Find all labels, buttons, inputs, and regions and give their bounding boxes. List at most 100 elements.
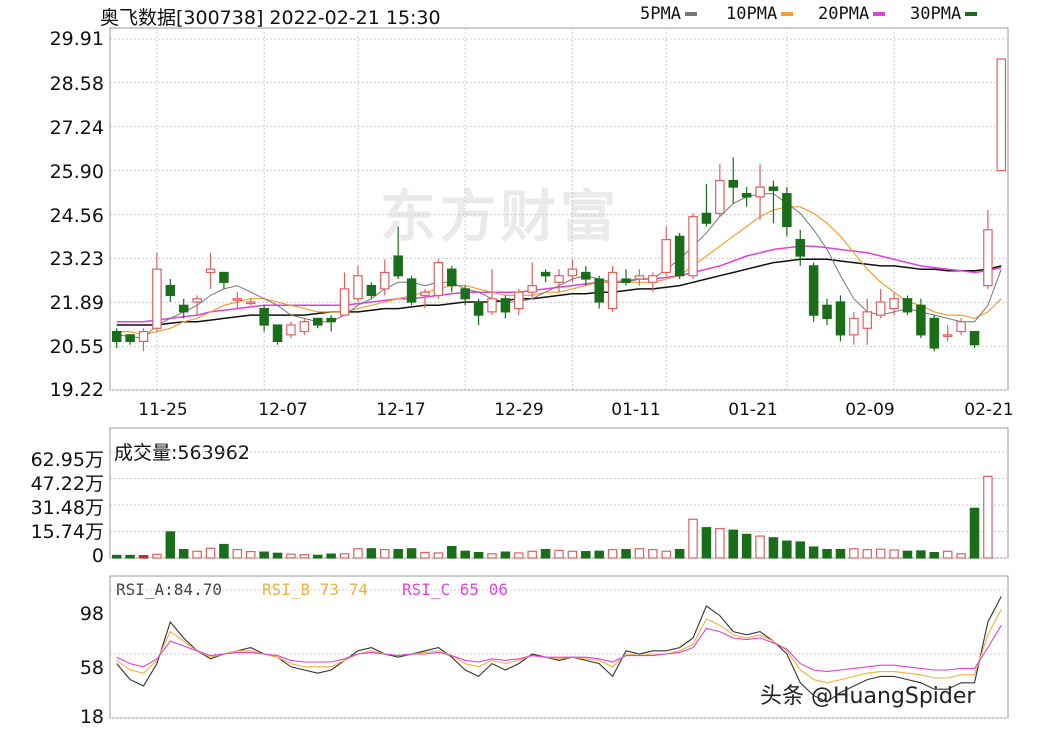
- volume-bar: [728, 529, 738, 559]
- candle-body: [299, 321, 310, 333]
- volume-bar: [607, 548, 618, 559]
- candle-body: [956, 321, 966, 333]
- candle-body: [219, 271, 229, 283]
- volume-bar: [514, 552, 524, 559]
- volume-bar: [875, 548, 886, 559]
- candle-body: [433, 262, 444, 297]
- volume-bar: [232, 548, 243, 559]
- volume-bar: [701, 527, 712, 559]
- volume-bar: [259, 551, 269, 559]
- candle-body: [245, 301, 256, 305]
- candle-body: [701, 212, 712, 224]
- volume-bar: [782, 540, 792, 559]
- candle-body: [983, 229, 993, 287]
- volume-bar: [366, 548, 377, 559]
- volume-bar: [916, 550, 926, 559]
- volume-bar: [393, 548, 403, 559]
- candle-body: [916, 304, 926, 336]
- volume-bar: [594, 550, 604, 559]
- candle-body: [594, 278, 604, 303]
- candle-body: [353, 275, 363, 300]
- volume-bar: [674, 548, 685, 559]
- candle-body: [152, 268, 162, 329]
- candle-body: [661, 239, 671, 274]
- candle-body: [178, 304, 189, 313]
- volume-bar: [406, 548, 417, 559]
- volume-bar: [286, 553, 296, 559]
- candle-body: [902, 298, 913, 313]
- volume-bar: [380, 548, 390, 559]
- volume-bar: [178, 548, 189, 559]
- volume-bar: [567, 550, 578, 559]
- candle-body: [875, 301, 886, 316]
- candle-body: [567, 268, 578, 277]
- volume-bar: [849, 548, 859, 559]
- volume-bar: [165, 531, 176, 559]
- candle-body: [527, 284, 537, 293]
- candle-body: [969, 330, 980, 346]
- volume-bar: [353, 548, 363, 559]
- candle-body: [607, 271, 618, 310]
- candle-body: [393, 255, 403, 277]
- candle-body: [621, 278, 631, 283]
- candle-body: [232, 298, 243, 301]
- volume-bar: [245, 551, 256, 559]
- volume-bar: [902, 550, 913, 559]
- candle-body: [259, 307, 269, 326]
- volume-bar: [715, 527, 725, 559]
- candle-body: [540, 271, 551, 277]
- volume-bar: [554, 549, 564, 559]
- volume-bar: [192, 550, 202, 559]
- candle-body: [272, 324, 283, 343]
- volume-bar: [138, 555, 149, 559]
- volume-bar: [956, 553, 966, 559]
- candle-body: [768, 186, 779, 191]
- volume-bar: [420, 551, 430, 559]
- candle-body: [942, 334, 953, 337]
- candle-body: [648, 275, 658, 283]
- volume-bar: [433, 552, 444, 559]
- candle-body: [795, 239, 806, 257]
- candle-body: [447, 268, 457, 287]
- volume-bar: [942, 550, 953, 559]
- candle-body: [165, 284, 176, 297]
- volume-bar: [835, 548, 846, 559]
- volume-bar: [661, 550, 671, 559]
- candle-body: [755, 186, 765, 198]
- candle-body: [205, 268, 216, 274]
- candle-body: [715, 179, 725, 214]
- candle-body: [782, 193, 792, 228]
- candle-body: [138, 330, 149, 343]
- volume-bar: [125, 554, 135, 559]
- candle-body: [929, 317, 940, 349]
- candle-body: [326, 317, 336, 323]
- volume-bar: [983, 475, 993, 559]
- candle-body: [380, 271, 390, 290]
- volume-bar: [447, 545, 457, 559]
- volume-bar: [621, 548, 631, 559]
- candle-body: [406, 278, 417, 303]
- candle-body: [741, 193, 752, 198]
- volume-bar: [795, 541, 806, 559]
- volume-bar: [152, 553, 162, 559]
- volume-bar: [688, 518, 698, 559]
- volume-bar: [889, 549, 899, 559]
- candle-body: [728, 179, 738, 188]
- volume-bar: [500, 551, 511, 559]
- volume-bar: [741, 533, 752, 559]
- volume-bar: [326, 553, 336, 559]
- volume-bar: [205, 547, 216, 559]
- candle-body: [125, 334, 135, 343]
- candle-body: [808, 265, 819, 316]
- candle-body: [366, 284, 377, 297]
- candle-body: [420, 291, 430, 297]
- chart-canvas: [109, 27, 1009, 719]
- volume-bar: [634, 548, 645, 559]
- volume-bar: [969, 507, 980, 559]
- panel-frame: [109, 427, 1009, 559]
- volume-bar: [272, 552, 283, 559]
- rsi-line-rsi_a: [116, 596, 1002, 703]
- volume-bar: [339, 553, 350, 559]
- candle-body: [554, 275, 564, 283]
- volume-bar: [581, 551, 591, 559]
